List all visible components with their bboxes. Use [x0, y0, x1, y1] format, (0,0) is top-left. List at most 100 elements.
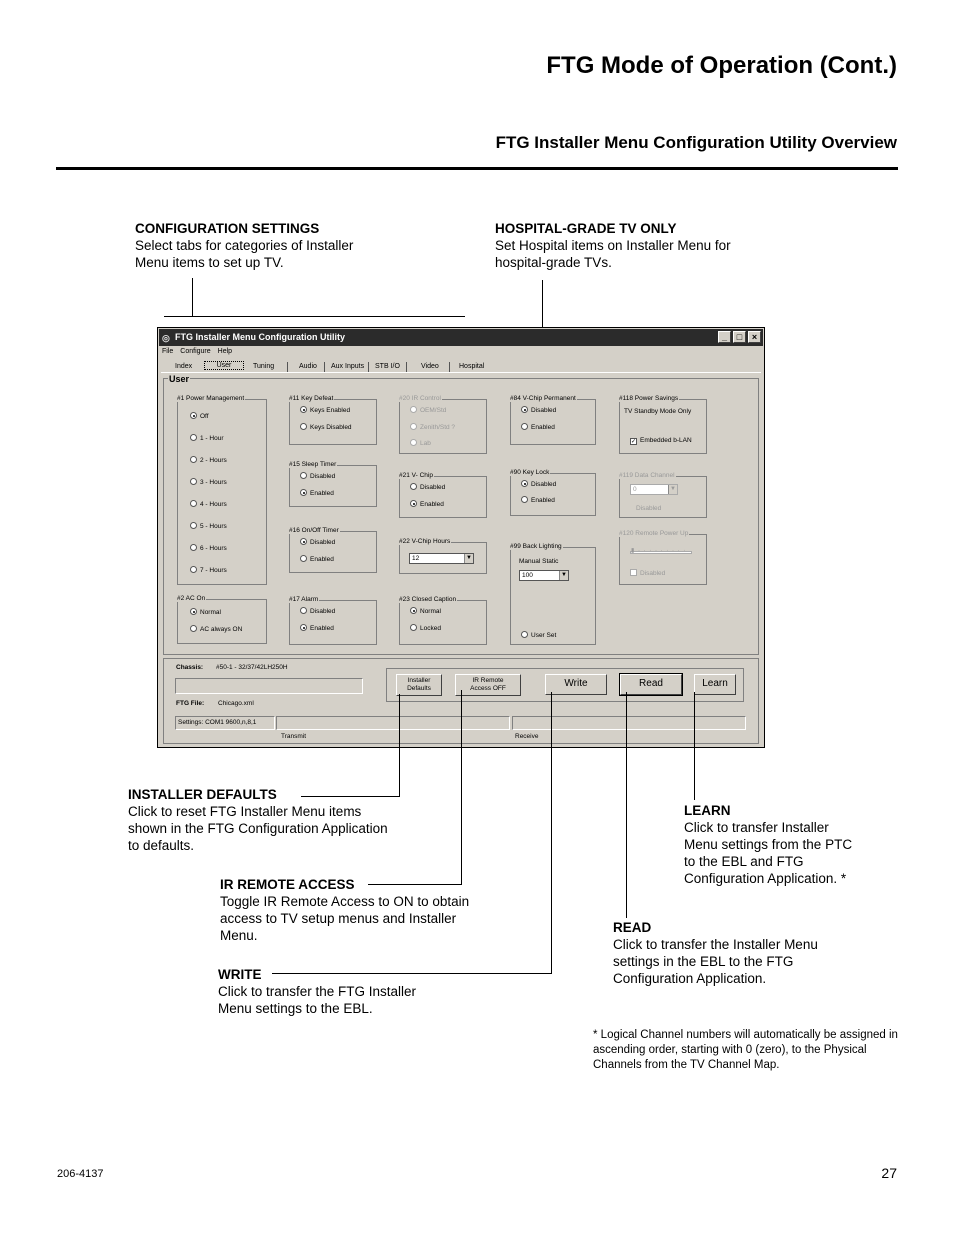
tab-aux-inputs[interactable]: Aux Inputs [329, 363, 366, 370]
leader-line [551, 692, 552, 974]
menu-file[interactable]: File [162, 348, 173, 355]
option-label: Zenith/Std ? [420, 424, 456, 431]
data-channel-status: Disabled [636, 505, 662, 512]
group-title: #23 Closed Caption [399, 596, 458, 603]
radio-disabled[interactable]: Disabled [410, 483, 445, 491]
window-title: FTG Installer Menu Configuration Utility [175, 332, 345, 342]
callout-body: Click to transfer the Installer Menu set… [613, 937, 818, 986]
tab-user[interactable]: User [204, 361, 244, 370]
option-label: Disabled [420, 484, 446, 491]
radio-3-hours[interactable]: 3 - Hours [190, 478, 227, 486]
tab-video[interactable]: Video [419, 363, 441, 370]
check-icon: ✓ [630, 438, 637, 445]
radio-user-set[interactable]: User Set [521, 631, 556, 639]
page-number: 27 [881, 1165, 897, 1181]
settings-field: Settings: COM1 9600,n,8,1 [175, 716, 275, 730]
write-button[interactable]: Write [545, 674, 607, 695]
tab-separator [324, 362, 325, 372]
tab-separator [287, 362, 288, 372]
power-savings-group: #118 Power Savings TV Standby Mode Only … [619, 395, 707, 454]
chevron-down-icon[interactable]: ▼ [559, 571, 568, 580]
select-value: 100 [522, 572, 533, 579]
radio-icon [190, 478, 197, 485]
leader-line [694, 692, 695, 800]
radio-enabled[interactable]: Enabled [410, 500, 444, 508]
radio-icon [410, 500, 417, 507]
ir-remote-access-button[interactable]: IR Remote Access OFF [455, 674, 521, 696]
radio-4-hours[interactable]: 4 - Hours [190, 500, 227, 508]
ftg-file-value: Chicago.xml [218, 700, 254, 707]
back-lighting-select[interactable]: 100 ▼ [519, 570, 569, 581]
radio-locked[interactable]: Locked [410, 624, 441, 632]
option-label: Disabled [310, 539, 336, 546]
radio-keys-enabled[interactable]: Keys Enabled [300, 406, 350, 414]
radio-disabled[interactable]: Disabled [521, 480, 556, 488]
slider-ticks: ▮ · · · · · · · · · [631, 548, 687, 554]
tab-separator [406, 362, 407, 372]
check-icon [630, 569, 637, 576]
close-icon[interactable]: × [748, 331, 761, 343]
radio-disabled[interactable]: Disabled [521, 406, 556, 414]
app-icon: ◎ [162, 333, 170, 343]
tab-stb-io[interactable]: STB I/O [373, 363, 402, 370]
embedded-blan-checkbox[interactable]: ✓ Embedded b-LAN [630, 437, 692, 445]
callout-read: READ Click to transfer the Installer Men… [613, 919, 843, 987]
tab-separator [368, 362, 369, 372]
tab-hospital[interactable]: Hospital [457, 363, 486, 370]
group-title: #99 Back Lighting [510, 543, 563, 550]
remote-power-checkbox[interactable]: Disabled [630, 569, 665, 577]
callout-write: WRITE Click to transfer the FTG Installe… [218, 966, 448, 1017]
button-label-line: Defaults [407, 685, 431, 692]
radio-icon [410, 483, 417, 490]
window-titlebar: ◎ FTG Installer Menu Configuration Utili… [159, 329, 763, 346]
radio-ac-always-on[interactable]: AC always ON [190, 625, 242, 633]
radio-keys-disabled[interactable]: Keys Disabled [300, 423, 352, 431]
group-title: #84 V-Chip Permanent [510, 395, 577, 402]
callout-title: INSTALLER DEFAULTS [128, 787, 277, 802]
tab-tuning[interactable]: Tuning [251, 363, 276, 370]
radio-normal[interactable]: Normal [410, 607, 441, 615]
callout-hospital-grade: HOSPITAL-GRADE TV ONLY Set Hospital item… [495, 220, 735, 271]
radio-enabled[interactable]: Enabled [521, 423, 555, 431]
radio-icon [190, 434, 197, 441]
option-label: Disabled [531, 481, 557, 488]
learn-button[interactable]: Learn [694, 674, 736, 695]
installer-defaults-button[interactable]: Installer Defaults [396, 674, 442, 696]
select-value: 12 [412, 555, 420, 562]
radio-7-hours[interactable]: 7 - Hours [190, 566, 227, 574]
button-label-line: IR Remote [472, 677, 504, 684]
minimize-icon[interactable]: _ [718, 331, 731, 343]
radio-oem-std[interactable]: OEM/Std [410, 406, 446, 414]
menu-help[interactable]: Help [218, 348, 232, 355]
radio-enabled[interactable]: Enabled [300, 624, 334, 632]
power-management-group: #1 Power Management Off 1 - Hour 2 - Hou… [177, 395, 267, 585]
back-lighting-sub-label: Manual Static [519, 558, 559, 565]
radio-zenith-std[interactable]: Zenith/Std ? [410, 423, 455, 431]
radio-lab[interactable]: Lab [410, 439, 431, 447]
data-channel-select[interactable]: 0 ▼ [630, 484, 678, 495]
radio-enabled[interactable]: Enabled [300, 555, 334, 563]
radio-1-hour[interactable]: 1 - Hour [190, 434, 223, 442]
group-title: #11 Key Defeat [289, 395, 335, 402]
radio-normal[interactable]: Normal [190, 608, 221, 616]
radio-2-hours[interactable]: 2 - Hours [190, 456, 227, 464]
chassis-field [175, 678, 363, 694]
radio-off[interactable]: Off [190, 412, 209, 420]
option-label: Keys Enabled [310, 407, 351, 414]
radio-6-hours[interactable]: 6 - Hours [190, 544, 227, 552]
vchip-hours-select[interactable]: 12 ▼ [409, 553, 474, 564]
radio-disabled[interactable]: Disabled [300, 607, 335, 615]
radio-disabled[interactable]: Disabled [300, 538, 335, 546]
tab-strip: Index User Tuning Audio Aux Inputs STB I… [161, 360, 761, 373]
tab-audio[interactable]: Audio [297, 363, 319, 370]
maximize-icon[interactable]: □ [733, 331, 746, 343]
chevron-down-icon[interactable]: ▼ [668, 485, 677, 494]
radio-disabled[interactable]: Disabled [300, 472, 335, 480]
read-button[interactable]: Read [619, 673, 683, 696]
chevron-down-icon[interactable]: ▼ [464, 554, 473, 563]
tab-index[interactable]: Index [173, 363, 194, 370]
radio-enabled[interactable]: Enabled [521, 496, 555, 504]
radio-enabled[interactable]: Enabled [300, 489, 334, 497]
menu-configure[interactable]: Configure [180, 348, 210, 355]
radio-5-hours[interactable]: 5 - Hours [190, 522, 227, 530]
